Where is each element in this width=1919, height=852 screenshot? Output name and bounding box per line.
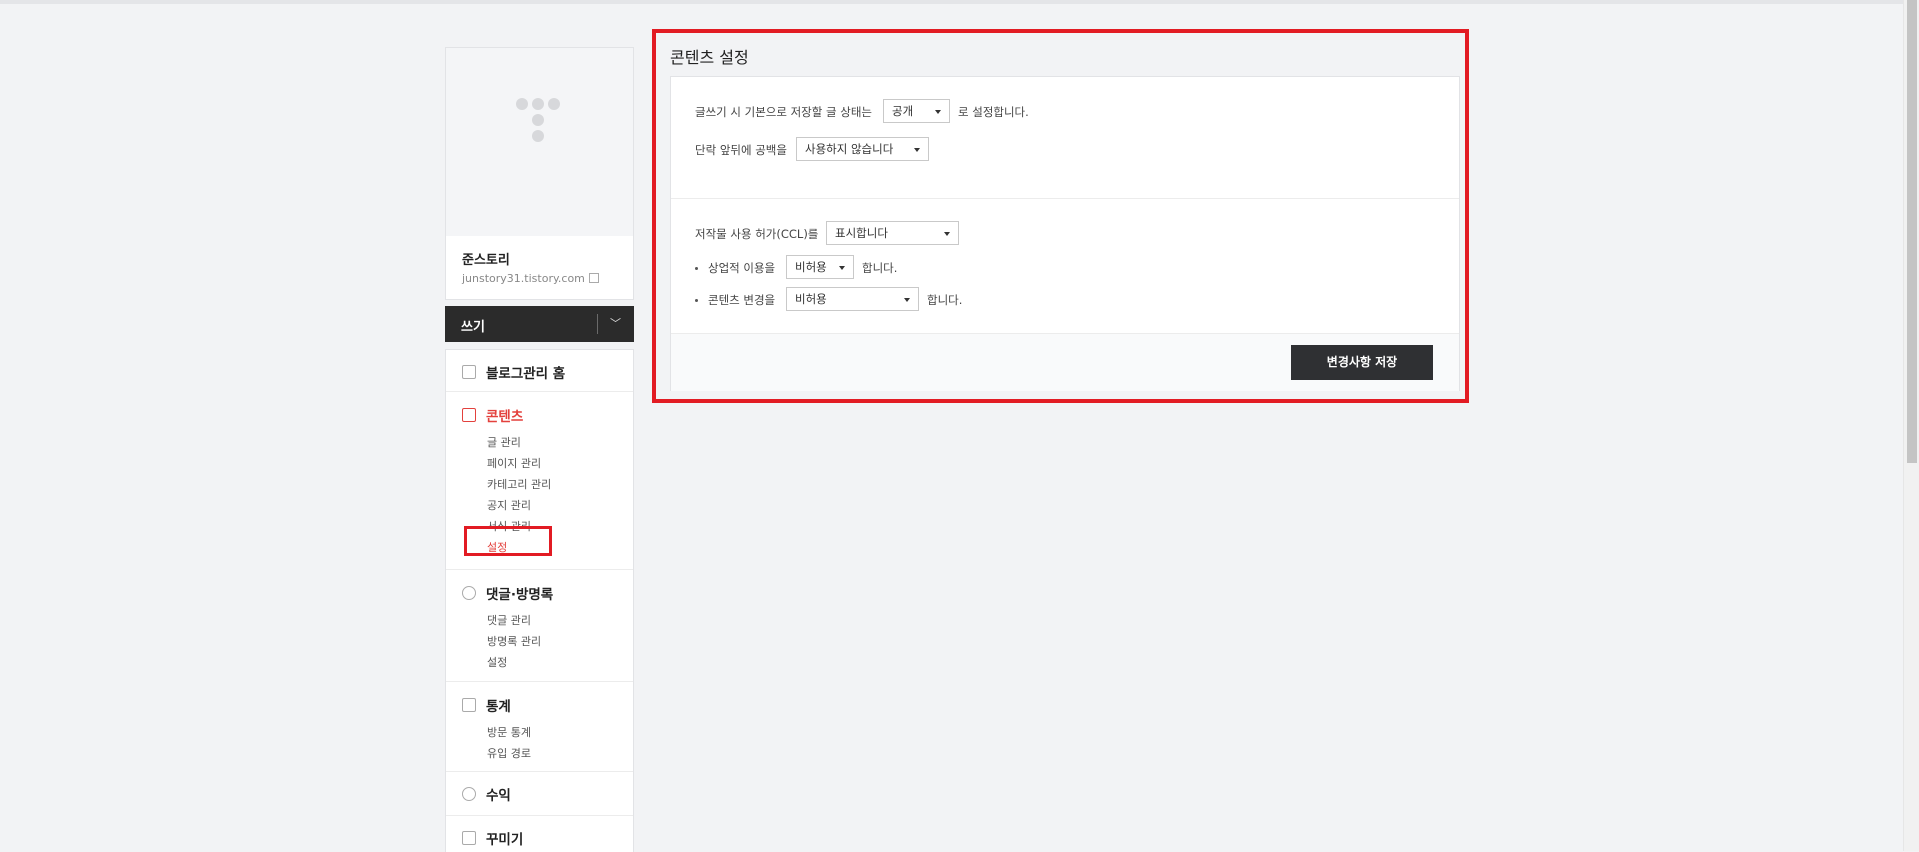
sidebar-item-revenue[interactable]: 수익 <box>462 784 511 804</box>
blog-name[interactable]: 준스토리 <box>462 249 510 268</box>
menu-section-design: 꾸미기 <box>446 815 633 852</box>
blog-info: 준스토리 junstory31.tistory.com <box>445 236 634 300</box>
blog-profile-image[interactable] <box>445 47 634 237</box>
write-divider <box>597 314 598 334</box>
sidebar-item-contents-label: 콘텐츠 <box>486 409 524 425</box>
sidebar-item-categories[interactable]: 카테고리 관리 <box>487 476 551 492</box>
sidebar-item-comment-settings[interactable]: 설정 <box>487 654 507 670</box>
chevron-down-icon[interactable]: ﹀ <box>610 315 621 331</box>
sidebar-item-stats[interactable]: 통계 <box>462 695 511 715</box>
sidebar-item-referrers[interactable]: 유입 경로 <box>487 745 531 761</box>
scrollbar-thumb[interactable] <box>1907 0 1917 463</box>
panel-highlight-box <box>652 29 1469 403</box>
write-label[interactable]: 쓰기 <box>461 316 485 335</box>
sidebar-item-posts[interactable]: 글 관리 <box>487 434 521 450</box>
layout-icon <box>462 831 476 845</box>
sidebar-item-pages[interactable]: 페이지 관리 <box>487 455 541 471</box>
coin-icon <box>462 787 476 801</box>
sidebar-item-home-label: 블로그관리 홈 <box>486 366 566 382</box>
chart-icon <box>462 698 476 712</box>
menu-section-revenue: 수익 <box>446 771 633 816</box>
sidebar-item-revenue-label: 수익 <box>486 788 511 804</box>
home-icon <box>462 365 476 379</box>
top-border <box>0 0 1919 4</box>
external-link-icon[interactable] <box>588 273 599 283</box>
blog-url[interactable]: junstory31.tistory.com <box>462 272 599 285</box>
settings-highlight-box <box>464 526 552 556</box>
sidebar-item-comments-label: 댓글·방명록 <box>486 587 554 603</box>
blog-url-text[interactable]: junstory31.tistory.com <box>462 272 585 285</box>
sidebar-item-stats-label: 통계 <box>486 699 511 715</box>
sidebar-item-design[interactable]: 꾸미기 <box>462 828 523 848</box>
sidebar-item-notices[interactable]: 공지 관리 <box>487 497 531 513</box>
document-icon <box>462 408 476 422</box>
menu-section-stats: 통계 방문 통계 유입 경로 <box>446 681 633 772</box>
vertical-scrollbar[interactable] <box>1903 0 1919 851</box>
sidebar-menu: 블로그관리 홈 콘텐츠 글 관리 페이지 관리 카테고리 관리 공지 관리 서식… <box>445 349 634 852</box>
menu-section-comments: 댓글·방명록 댓글 관리 방명록 관리 설정 <box>446 569 633 682</box>
comment-icon <box>462 586 476 600</box>
menu-section-home: 블로그관리 홈 <box>446 350 633 391</box>
sidebar-item-comments[interactable]: 댓글·방명록 <box>462 583 553 603</box>
sidebar-item-guestbook-manage[interactable]: 방명록 관리 <box>487 633 541 649</box>
sidebar-item-contents[interactable]: 콘텐츠 <box>462 405 523 425</box>
sidebar-item-visit-stats[interactable]: 방문 통계 <box>487 724 531 740</box>
sidebar-item-design-label: 꾸미기 <box>486 832 524 848</box>
sidebar-item-home[interactable]: 블로그관리 홈 <box>462 362 565 382</box>
sidebar-item-comment-manage[interactable]: 댓글 관리 <box>487 612 531 628</box>
write-button[interactable]: 쓰기 ﹀ <box>445 306 634 342</box>
